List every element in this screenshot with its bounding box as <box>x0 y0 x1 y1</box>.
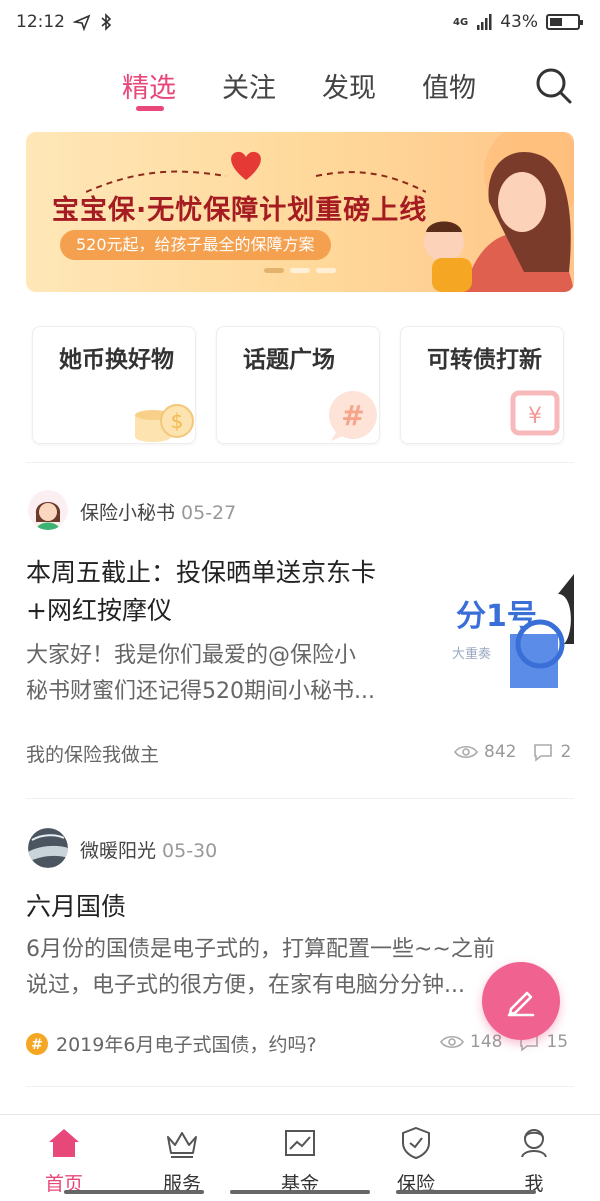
shield-icon <box>402 1126 430 1160</box>
network-label: 4G <box>453 16 469 28</box>
coins-icon: $ <box>135 404 194 442</box>
pencil-icon <box>507 991 535 1017</box>
post-topic[interactable]: # 2019年6月电子式国债，约吗? <box>26 1030 317 1057</box>
quick-link-label: 她币换好物 <box>59 347 174 373</box>
tab-worth-buying[interactable]: 值物 <box>422 66 476 105</box>
bottom-nav: 首页 服务 基金 保险 我 <box>0 1114 600 1200</box>
quick-link-topic-square[interactable]: 话题广场 # <box>216 326 380 444</box>
home-icon <box>49 1129 79 1157</box>
post-topic-label: 2019年6月电子式国债，约吗? <box>56 1034 317 1056</box>
yen-icon: ¥ <box>510 390 560 436</box>
divider <box>26 462 574 463</box>
post-title-line: 本周五截止：投保晒单送京东卡 <box>26 558 377 587</box>
bluetooth-icon <box>101 13 112 31</box>
thumb-caption: 大重奏 <box>452 646 491 662</box>
quick-link-coins-exchange[interactable]: 她币换好物 $ <box>32 326 196 444</box>
comment-count: 15 <box>546 1032 569 1052</box>
hashtag-badge-icon: # <box>26 1032 48 1055</box>
carousel-dots <box>264 268 336 273</box>
post-title-line: +网红按摩仪 <box>26 596 172 625</box>
divider <box>26 1086 574 1087</box>
view-count: 148 <box>470 1032 503 1052</box>
avatar[interactable] <box>28 828 68 868</box>
svg-text:¥: ¥ <box>528 404 542 429</box>
crown-icon <box>167 1132 197 1158</box>
hashtag-bubble-icon: # <box>329 391 377 441</box>
eye-icon <box>454 745 478 759</box>
post-date: 05-27 <box>181 502 237 524</box>
search-icon[interactable] <box>534 66 574 106</box>
compose-button[interactable] <box>482 962 560 1040</box>
post-excerpt-line: 秘书财蜜们还记得520期间小秘书... <box>26 679 375 704</box>
mother-child-illustration <box>424 132 574 292</box>
banner-title: 宝宝保·无忧保障计划重磅上线 <box>52 195 428 226</box>
post-title[interactable]: 六月国债 <box>26 888 126 926</box>
banner-subtitle: 520元起，给孩子最全的保障方案 <box>60 230 331 260</box>
post-title-line: 六月国债 <box>26 892 127 921</box>
chart-icon <box>285 1130 315 1156</box>
post-excerpt-line: 6月份的国债是电子式的，打算配置一些~~之前 <box>26 937 495 962</box>
carousel-dot[interactable] <box>264 268 284 273</box>
send-icon <box>73 14 91 31</box>
quick-link-label: 可转债打新 <box>427 347 542 373</box>
carousel-dot[interactable] <box>290 268 310 273</box>
status-bar: 12:12 4G 43% <box>0 0 600 44</box>
post-author[interactable]: 保险小秘书 05-27 <box>80 498 236 525</box>
avatar[interactable] <box>28 490 68 530</box>
battery-icon <box>546 14 583 30</box>
divider <box>26 798 574 799</box>
carousel-dot[interactable] <box>316 268 336 273</box>
comment-count: 2 <box>560 742 572 762</box>
gesture-bar <box>230 1190 370 1194</box>
post-date: 05-30 <box>162 840 218 862</box>
post-stats: 842 2 <box>454 742 571 762</box>
post-thumbnail[interactable]: 分1号 大重奏 <box>448 574 574 694</box>
promo-banner[interactable]: 宝宝保·无忧保障计划重磅上线 520元起，给孩子最全的保障方案 <box>26 132 574 292</box>
author-name: 微暖阳光 <box>80 840 157 862</box>
thumbnail-illustration: 分1号 大重奏 <box>448 574 574 694</box>
quick-link-label: 话题广场 <box>243 347 335 373</box>
post-author[interactable]: 微暖阳光 05-30 <box>80 836 217 863</box>
post-excerpt: 6月份的国债是电子式的，打算配置一些~~之前 说过，电子式的很方便，在家有电脑分… <box>26 932 495 1004</box>
gesture-bar <box>64 1190 204 1194</box>
post-title[interactable]: 本周五截止：投保晒单送京东卡 +网红按摩仪 <box>26 554 376 630</box>
author-name: 保险小秘书 <box>80 502 176 524</box>
user-icon <box>521 1129 547 1158</box>
tab-following[interactable]: 关注 <box>222 66 276 105</box>
eye-icon <box>440 1035 464 1049</box>
post-topic[interactable]: 我的保险我做主 <box>26 740 159 767</box>
tab-featured[interactable]: 精选 <box>122 66 176 105</box>
post-excerpt-line: 说过，电子式的很方便，在家有电脑分分钟... <box>26 973 465 998</box>
post-excerpt-line: 大家好！我是你们最爱的@保险小 <box>26 643 357 668</box>
svg-text:$: $ <box>171 409 184 433</box>
post-excerpt: 大家好！我是你们最爱的@保险小 秘书财蜜们还记得520期间小秘书... <box>26 638 375 710</box>
view-count: 842 <box>484 742 517 762</box>
signal-icon <box>477 14 492 30</box>
svg-text:#: # <box>341 399 364 432</box>
gesture-bar <box>396 1190 536 1194</box>
battery-percent: 43% <box>500 12 538 32</box>
active-tab-indicator <box>136 106 164 111</box>
comment-icon <box>534 744 553 762</box>
status-time: 12:12 <box>16 12 65 32</box>
svg-text:#: # <box>31 1037 43 1053</box>
quick-link-convertible-bond[interactable]: 可转债打新 ¥ <box>400 326 564 444</box>
top-tabs: 精选 关注 发现 值物 <box>0 60 600 116</box>
tab-discover[interactable]: 发现 <box>322 66 376 105</box>
